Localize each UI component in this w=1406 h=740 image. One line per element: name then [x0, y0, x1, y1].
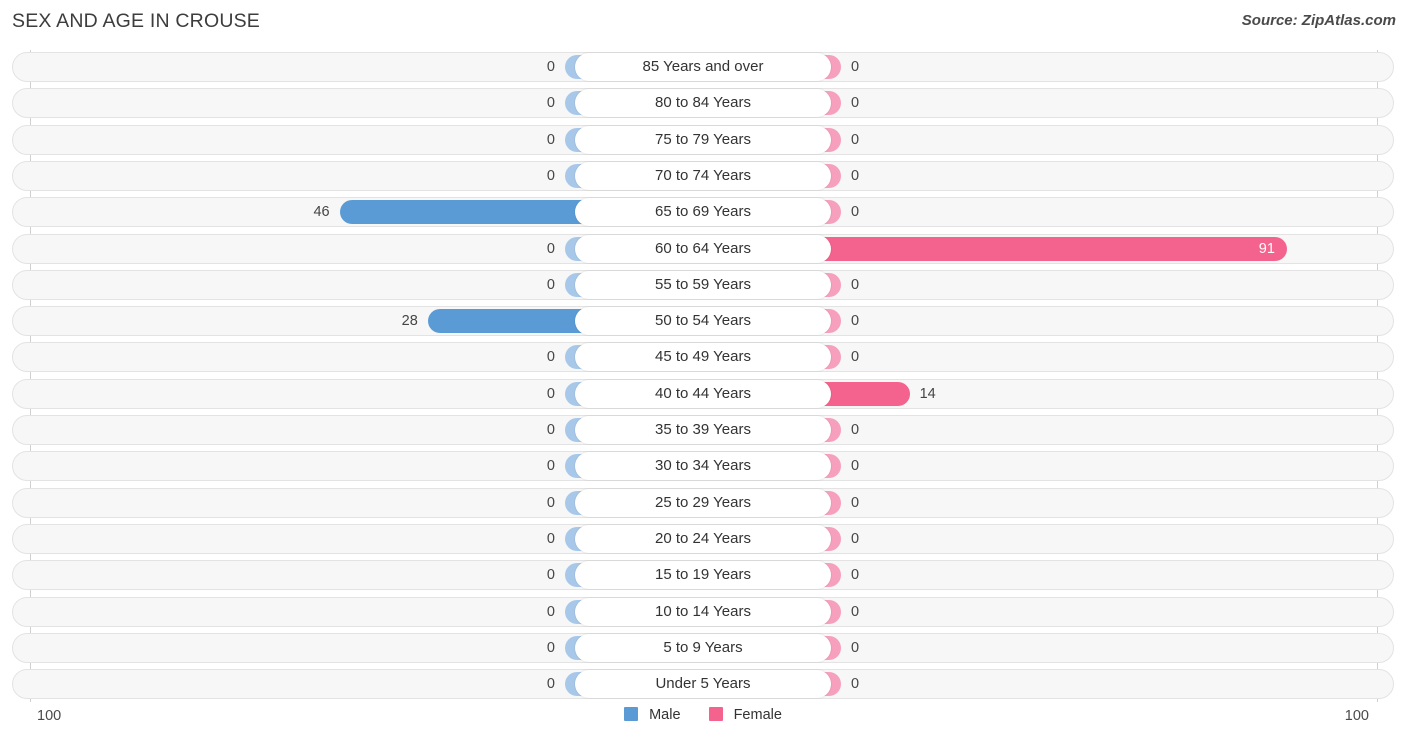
table-row: [12, 161, 1394, 191]
legend-label-female: Female: [733, 707, 782, 723]
table-row: [12, 306, 1394, 336]
table-row: [12, 669, 1394, 699]
table-row: [12, 270, 1394, 300]
table-row: [12, 597, 1394, 627]
table-row: [12, 451, 1394, 481]
legend-label-male: Male: [649, 707, 681, 723]
table-row: [12, 342, 1394, 372]
legend-item-female[interactable]: Female: [708, 707, 782, 723]
table-row: [12, 488, 1394, 518]
chart-legend: Male Female: [0, 707, 1406, 723]
table-row: [12, 379, 1394, 409]
legend-swatch-male-icon: [624, 707, 639, 721]
table-row: [12, 524, 1394, 554]
table-row: [12, 633, 1394, 663]
table-row: [12, 88, 1394, 118]
legend-item-male[interactable]: Male: [624, 707, 681, 723]
chart-footer: 100 100 Male Female: [0, 702, 1406, 740]
chart-plot-area: 0 0 85 Years and over 0 0 80 to 84 Years 0 0 75 …: [0, 50, 1406, 702]
chart-header: SEX AND AGE IN CROUSE Source: ZipAtlas.c…: [0, 0, 1406, 46]
legend-swatch-female-icon: [708, 707, 723, 721]
table-row: [12, 125, 1394, 155]
table-row: [12, 560, 1394, 590]
source-attribution: Source: ZipAtlas.com: [1241, 12, 1396, 29]
table-row: [12, 234, 1394, 264]
page-title: SEX AND AGE IN CROUSE: [12, 10, 261, 32]
table-row: [12, 52, 1394, 82]
table-row: [12, 197, 1394, 227]
table-row: [12, 415, 1394, 445]
